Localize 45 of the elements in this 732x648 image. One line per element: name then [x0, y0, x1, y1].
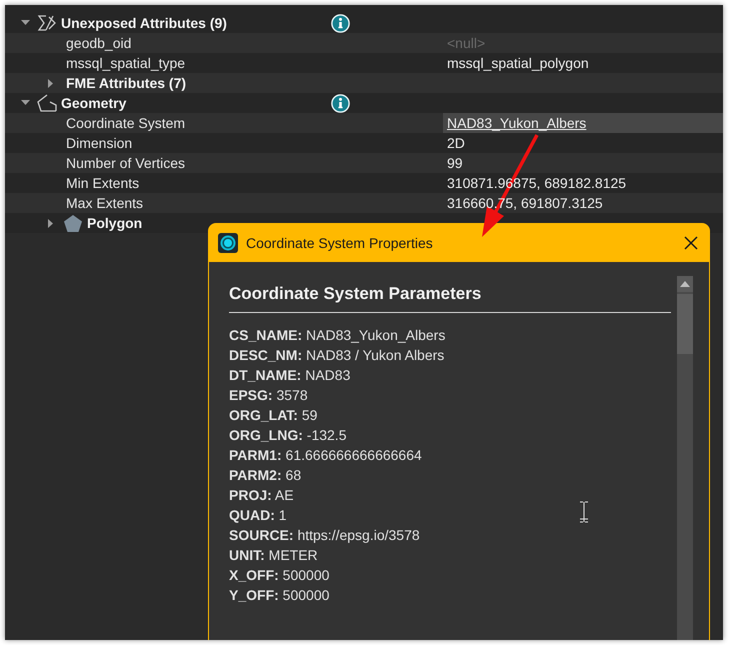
parameter-line: PROJ: AE: [229, 486, 294, 505]
caret-icon[interactable]: [20, 20, 30, 26]
attribute-value: 2D: [447, 135, 465, 151]
sigma-slash-icon: [37, 14, 57, 32]
scroll-up-icon[interactable]: [680, 281, 690, 287]
attribute-name: Dimension: [66, 135, 132, 151]
parameter-line: QUAD: 1: [229, 506, 287, 525]
group-label[interactable]: Geometry: [61, 95, 126, 111]
attribute-value: 99: [447, 155, 463, 171]
parameter-line: DESC_NM: NAD83 / Yukon Albers: [229, 346, 444, 365]
caret-icon[interactable]: [20, 100, 30, 106]
parameter-line: EPSG: 3578: [229, 386, 308, 405]
caret-icon[interactable]: [48, 218, 54, 228]
attribute-name: mssql_spatial_type: [66, 55, 186, 71]
parameter-line: CS_NAME: NAD83_Yukon_Albers: [229, 326, 446, 345]
parameter-line: UNIT: METER: [229, 546, 318, 565]
attribute-value: mssql_spatial_polygon: [447, 55, 589, 71]
parameter-line: ORG_LAT: 59: [229, 406, 318, 425]
close-button[interactable]: [682, 234, 700, 252]
info-icon[interactable]: [331, 94, 350, 112]
group-label[interactable]: FME Attributes (7): [66, 75, 186, 91]
scroll-thumb[interactable]: [677, 294, 693, 354]
group-label[interactable]: Unexposed Attributes (9): [61, 15, 227, 31]
dialog-title: Coordinate System Properties: [246, 234, 434, 250]
attribute-name: geodb_oid: [66, 35, 132, 51]
parameter-line: Y_OFF: 500000: [229, 586, 330, 605]
attribute-name: Number of Vertices: [66, 155, 186, 171]
attribute-value: <null>: [447, 35, 486, 51]
parameter-line: SOURCE: https://epsg.io/3578: [229, 526, 420, 545]
group-label[interactable]: Polygon: [87, 215, 142, 231]
parameter-line: DT_NAME: NAD83: [229, 366, 350, 385]
scrollbar[interactable]: [677, 276, 693, 640]
text-cursor-icon: [579, 501, 589, 523]
parameter-line: X_OFF: 500000: [229, 566, 330, 585]
parameter-line: ORG_LNG: -132.5: [229, 426, 346, 445]
attribute-name: Coordinate System: [66, 115, 186, 131]
polygon-outline-icon: [37, 94, 57, 112]
app-icon: [218, 232, 238, 252]
section-heading: Coordinate System Parameters: [229, 284, 671, 313]
parameter-line: PARM2: 68: [229, 466, 302, 485]
info-icon[interactable]: [331, 14, 350, 32]
attribute-name: Max Extents: [66, 195, 144, 211]
parameter-line: PARM1: 61.666666666666664: [229, 446, 422, 465]
attribute-name: Min Extents: [66, 175, 140, 191]
caret-icon[interactable]: [48, 78, 54, 88]
